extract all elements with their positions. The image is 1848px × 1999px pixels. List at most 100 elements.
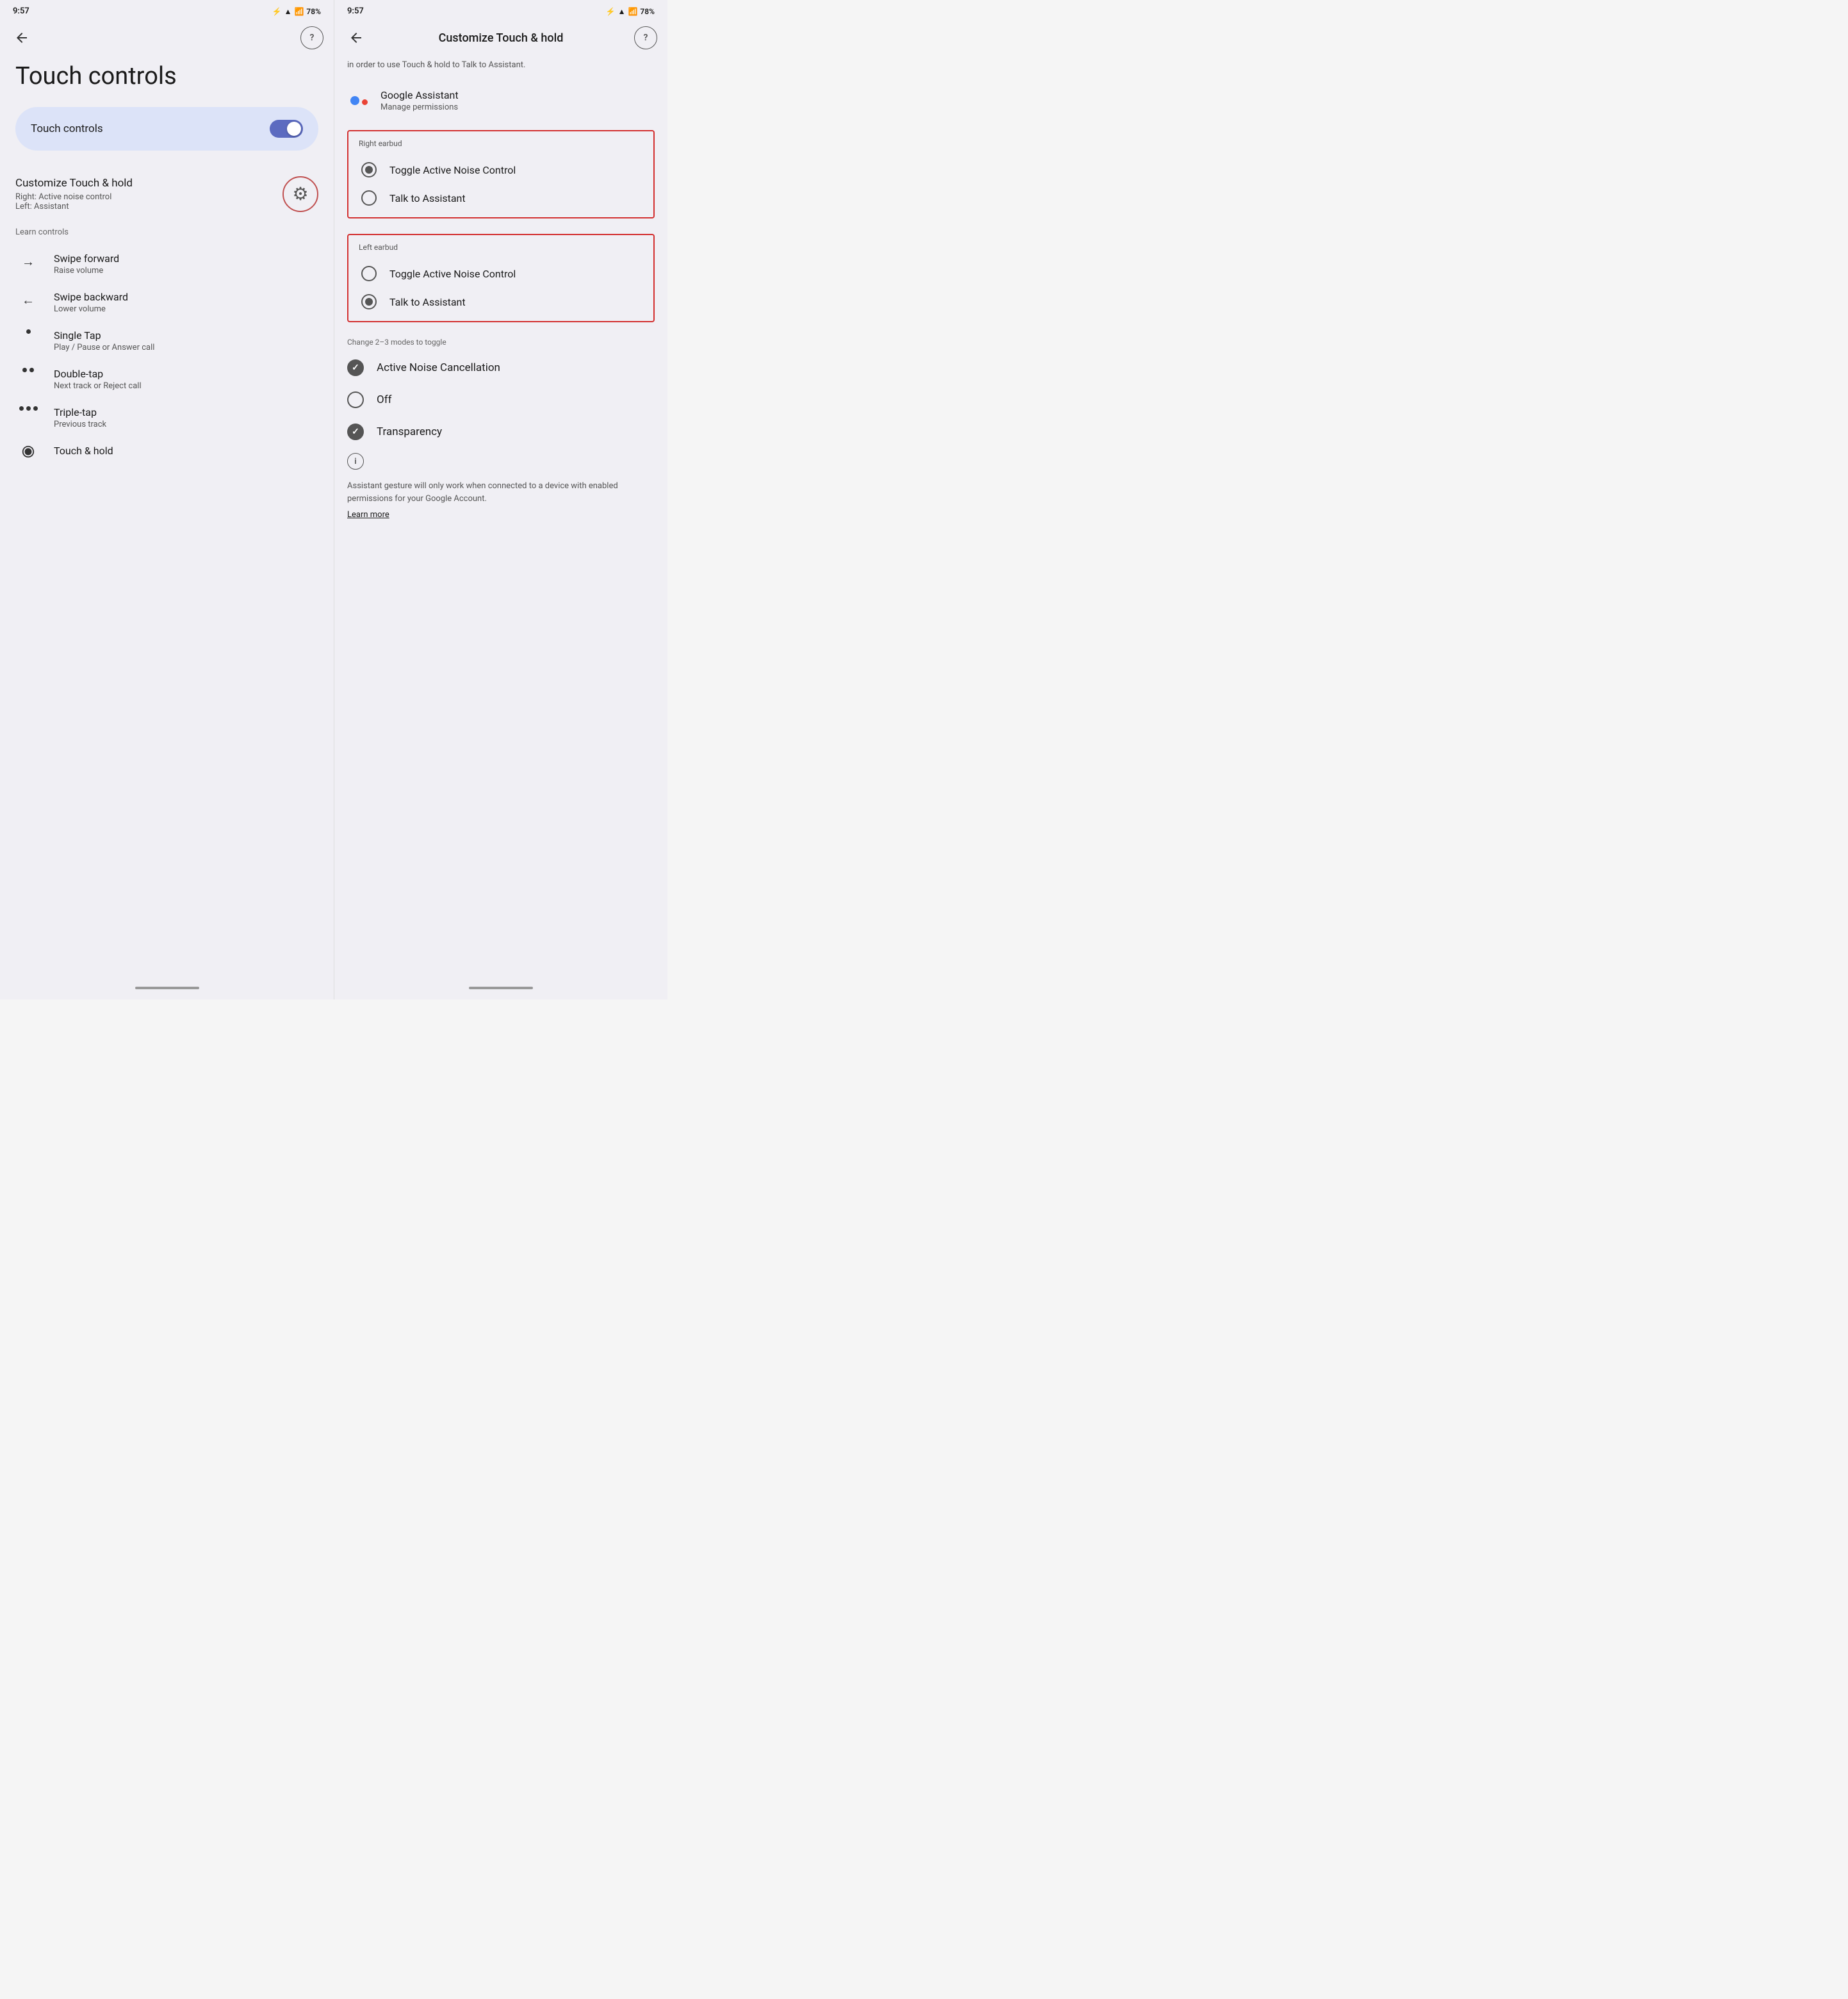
status-bar-left: 9:57 ⚡ ▲ 📶 78% [0, 0, 334, 21]
gesture-title-forward: Swipe forward [54, 252, 119, 265]
scrollbar-left[interactable] [135, 987, 199, 989]
learn-more-link[interactable]: Learn more [334, 507, 667, 530]
right-anc-option[interactable]: Toggle Active Noise Control [359, 156, 643, 184]
customize-right: Right: Active noise control [15, 192, 133, 202]
transparency-checkbox[interactable] [347, 424, 364, 440]
gesture-swipe-backward: ← Swipe backward Lower volume [0, 283, 334, 322]
google-assistant-icon [347, 89, 370, 112]
google-assistant-row[interactable]: Google Assistant Manage permissions [334, 81, 667, 125]
gesture-subtitle-forward: Raise volume [54, 266, 119, 276]
info-icon: i [347, 453, 364, 470]
gesture-triple-tap: Triple-tap Previous track [0, 399, 334, 437]
right-anc-radio[interactable] [361, 162, 377, 177]
gesture-title-triple: Triple-tap [54, 406, 106, 418]
customize-left: Left: Assistant [15, 202, 133, 211]
gesture-subtitle-single: Play / Pause or Answer call [54, 343, 154, 352]
gesture-title-hold: Touch & hold [54, 445, 113, 457]
left-anc-option[interactable]: Toggle Active Noise Control [359, 259, 643, 288]
right-earbud-label: Right earbud [359, 139, 643, 148]
bluetooth-icon-r: ⚡ [606, 7, 616, 16]
gesture-swipe-forward: → Swipe forward Raise volume [0, 245, 334, 283]
touch-controls-toggle[interactable] [270, 120, 303, 138]
arrow-back-icon: ← [15, 292, 41, 308]
status-bar-right: 9:57 ⚡ ▲ 📶 78% [334, 0, 667, 21]
left-anc-radio[interactable] [361, 266, 377, 281]
gesture-double-tap: Double-tap Next track or Reject call [0, 360, 334, 399]
toggle-label: Touch controls [31, 122, 103, 135]
time-left: 9:57 [13, 6, 29, 16]
gesture-title-double: Double-tap [54, 368, 142, 380]
gesture-text-double: Double-tap Next track or Reject call [54, 368, 142, 391]
anc-checkbox[interactable] [347, 359, 364, 376]
transparency-label: Transparency [377, 425, 442, 438]
right-subtitle: in order to use Touch & hold to Talk to … [334, 57, 667, 81]
battery-icon: 78% [306, 7, 321, 16]
battery-icon-r: 78% [640, 7, 655, 16]
scrollbar-right[interactable] [469, 987, 533, 989]
info-section: i [334, 448, 667, 475]
wifi-icon: ▲ [284, 7, 292, 16]
google-assistant-text: Google Assistant Manage permissions [380, 89, 459, 112]
signal-icon-r: 📶 [628, 7, 637, 16]
left-earbud-section: Left earbud Toggle Active Noise Control … [347, 234, 655, 322]
status-icons-right: ⚡ ▲ 📶 78% [606, 7, 655, 16]
info-text: Assistant gesture will only work when co… [334, 475, 667, 507]
status-icons-left: ⚡ ▲ 📶 78% [272, 7, 321, 16]
help-button-right[interactable]: ? [634, 26, 657, 49]
off-mode-item[interactable]: Off [334, 384, 667, 416]
gesture-title-backward: Swipe backward [54, 291, 128, 303]
touch-controls-card[interactable]: Touch controls [15, 107, 318, 151]
gesture-text-forward: Swipe forward Raise volume [54, 252, 119, 276]
left-assistant-radio[interactable] [361, 294, 377, 309]
gear-button[interactable]: ⚙ [282, 176, 318, 212]
signal-icon: 📶 [294, 7, 304, 16]
customize-row[interactable]: Customize Touch & hold Right: Active noi… [0, 169, 334, 225]
anc-mode-item[interactable]: Active Noise Cancellation [334, 352, 667, 384]
gesture-single-tap: Single Tap Play / Pause or Answer call [0, 322, 334, 360]
wifi-icon-r: ▲ [618, 7, 626, 16]
off-checkbox[interactable] [347, 391, 364, 408]
back-button-right[interactable] [345, 26, 368, 49]
gesture-text-backward: Swipe backward Lower volume [54, 291, 128, 314]
change-modes-label: Change 2–3 modes to toggle [334, 333, 667, 352]
right-panel: 9:57 ⚡ ▲ 📶 78% Customize Touch & hold ? … [334, 0, 667, 1000]
help-button-left[interactable]: ? [300, 26, 323, 49]
gesture-subtitle-double: Next track or Reject call [54, 381, 142, 391]
learn-controls-label: Learn controls [0, 225, 334, 245]
bluetooth-icon: ⚡ [272, 7, 282, 16]
right-anc-label: Toggle Active Noise Control [389, 164, 516, 176]
gesture-text-hold: Touch & hold [54, 445, 113, 457]
anc-label: Active Noise Cancellation [377, 361, 500, 374]
right-assistant-option[interactable]: Talk to Assistant [359, 184, 643, 212]
left-assistant-option[interactable]: Talk to Assistant [359, 288, 643, 316]
gear-icon: ⚙ [292, 183, 308, 204]
gesture-subtitle-backward: Lower volume [54, 304, 128, 314]
top-bar-left: ? [0, 21, 334, 57]
left-assistant-label: Talk to Assistant [389, 296, 466, 308]
gesture-subtitle-triple: Previous track [54, 420, 106, 429]
ga-title: Google Assistant [380, 89, 459, 101]
arrow-forward-icon: → [15, 254, 41, 270]
back-button-left[interactable] [10, 26, 33, 49]
transparency-mode-item[interactable]: Transparency [334, 416, 667, 448]
customize-title: Customize Touch & hold [15, 177, 133, 190]
right-earbud-section: Right earbud Toggle Active Noise Control… [347, 130, 655, 218]
top-bar-right: Customize Touch & hold ? [334, 21, 667, 57]
right-panel-title: Customize Touch & hold [368, 31, 634, 45]
ga-subtitle: Manage permissions [380, 103, 459, 112]
left-panel: 9:57 ⚡ ▲ 📶 78% ? Touch controls Touch co… [0, 0, 334, 1000]
right-assistant-radio[interactable] [361, 190, 377, 206]
customize-text: Customize Touch & hold Right: Active noi… [15, 177, 133, 211]
triple-tap-icon [15, 406, 41, 411]
single-tap-icon [15, 329, 41, 334]
off-label: Off [377, 393, 392, 406]
double-tap-icon [15, 368, 41, 372]
gesture-text-single: Single Tap Play / Pause or Answer call [54, 329, 154, 352]
time-right: 9:57 [347, 6, 364, 16]
gesture-title-single: Single Tap [54, 329, 154, 341]
right-assistant-label: Talk to Assistant [389, 192, 466, 204]
left-anc-label: Toggle Active Noise Control [389, 268, 516, 280]
gesture-touch-hold: Touch & hold [0, 437, 334, 466]
left-earbud-label: Left earbud [359, 243, 643, 252]
touch-hold-icon [15, 445, 41, 459]
